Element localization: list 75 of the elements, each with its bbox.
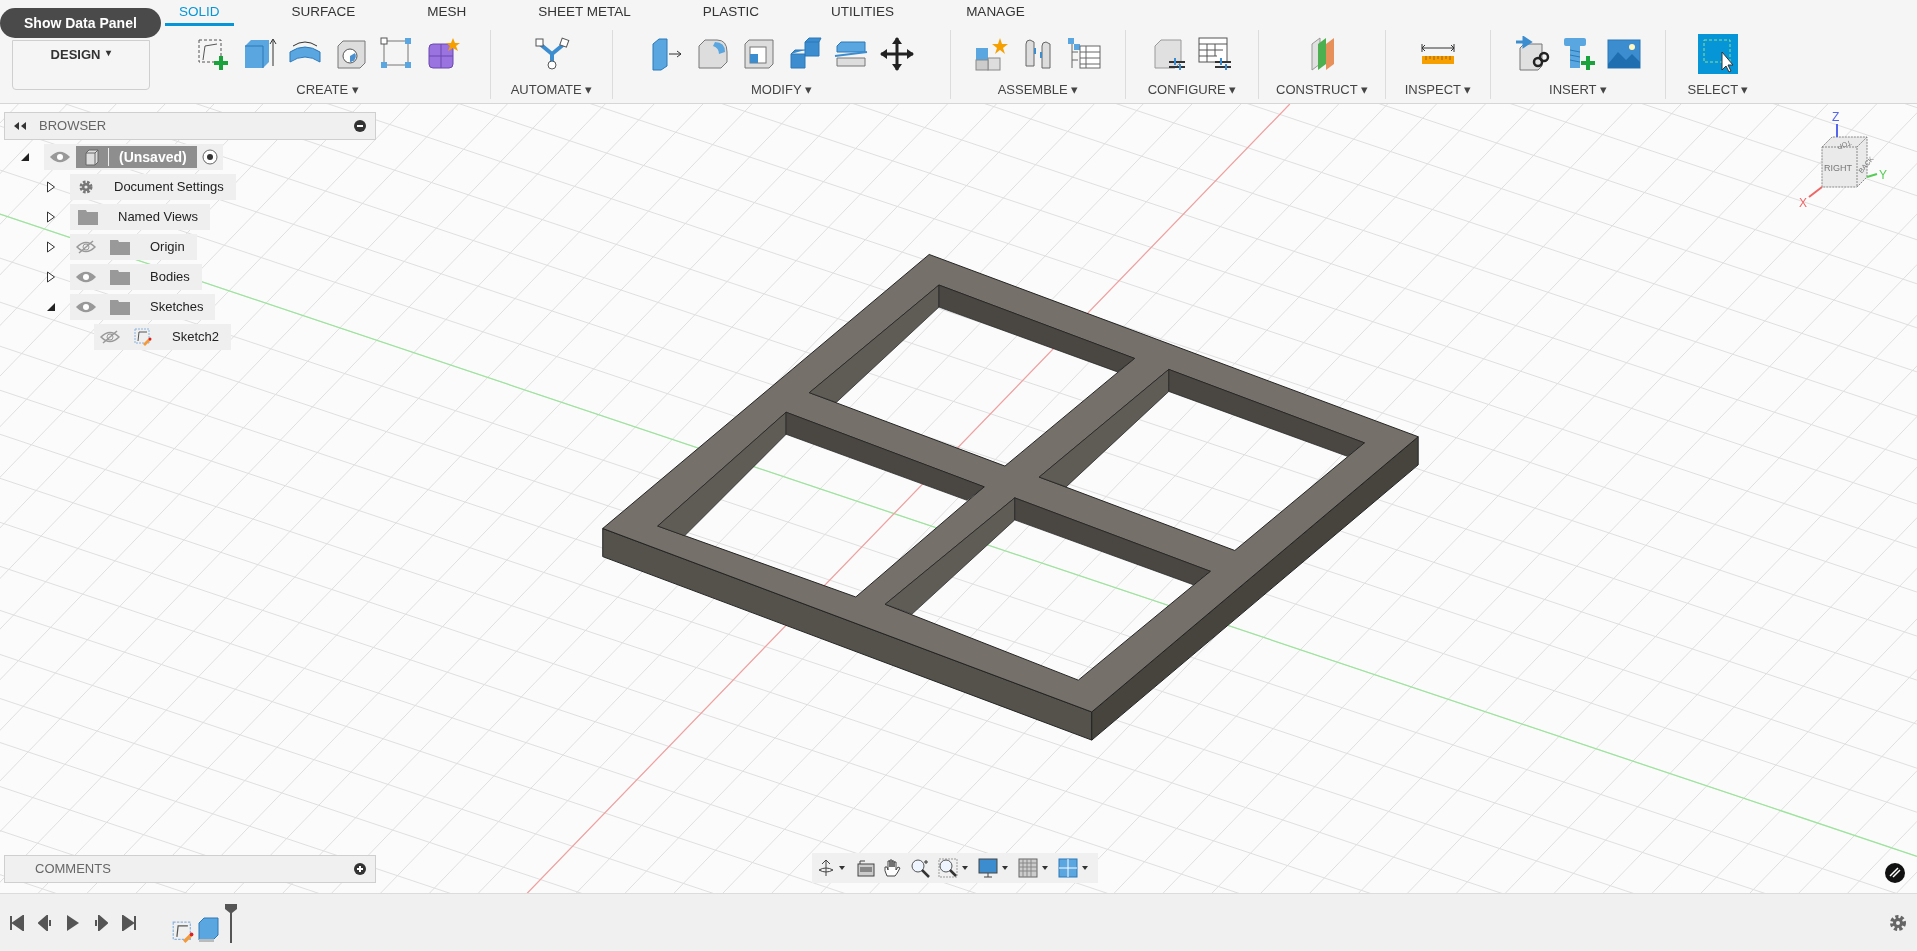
group-menu-button[interactable]: CONFIGURE ▾ (1147, 79, 1237, 99)
gear-icon (78, 179, 94, 195)
tree-item-label: Named Views (117, 208, 199, 227)
sketch-icon (134, 328, 152, 346)
axis-label: Y (1879, 167, 1887, 184)
eye-slash-icon[interactable] (76, 240, 96, 254)
tree-item[interactable]: Sketches (70, 294, 216, 320)
settings-icon[interactable] (1889, 913, 1907, 932)
tree-item[interactable]: Sketch2 (94, 324, 231, 350)
step-forward-icon[interactable] (94, 914, 108, 931)
group-menu-button[interactable]: CREATE ▾ (296, 79, 359, 99)
tab[interactable]: MESH (413, 1, 481, 26)
node-link-icon[interactable] (533, 35, 570, 72)
camera-icon[interactable] (856, 858, 876, 878)
group-menu-button[interactable]: AUTOMATE ▾ (510, 79, 593, 99)
folder-icon (78, 209, 98, 225)
step-back-icon[interactable] (38, 914, 52, 931)
eye-slash-icon[interactable] (100, 330, 120, 344)
tab[interactable]: PLASTIC (688, 1, 774, 26)
extrude-box-icon[interactable] (198, 916, 220, 943)
folder-icon (110, 299, 130, 315)
tree-item-label: Sketch2 (171, 328, 220, 347)
folder-icon (110, 269, 130, 285)
table-sliders-icon[interactable] (1197, 35, 1233, 72)
tree-table-icon[interactable] (1066, 35, 1102, 72)
group-menu-button[interactable]: INSERT ▾ (1549, 79, 1607, 99)
skip-start-icon[interactable] (10, 914, 24, 931)
expanded-triangle-icon[interactable] (20, 151, 30, 163)
group-menu-button[interactable]: SELECT ▾ (1687, 79, 1749, 99)
tab[interactable]: UTILITIES (817, 1, 909, 26)
show-data-panel-button[interactable]: Show Data Panel (0, 8, 161, 38)
tree-item-label: Bodies (149, 268, 191, 287)
group-menu-button[interactable]: INSPECT ▾ (1404, 79, 1472, 99)
folder-icon (110, 239, 130, 255)
box-link-icon[interactable] (1514, 35, 1550, 72)
eye-icon[interactable] (50, 150, 70, 164)
tree-item-label: Document Settings (113, 178, 225, 197)
play-icon[interactable] (66, 913, 80, 932)
logo-icon (1885, 863, 1905, 883)
tree-item[interactable]: Origin (70, 234, 197, 260)
plus-circle-icon[interactable] (353, 862, 367, 876)
collapse-icon[interactable] (13, 121, 27, 131)
tree-item-label: (Unsaved) (118, 147, 188, 167)
group-menu-button[interactable]: ASSEMBLE ▾ (997, 79, 1079, 99)
axis-label: Z (1832, 109, 1840, 126)
cube-face-label: RIGHT (1824, 162, 1852, 175)
eye-icon[interactable] (76, 270, 96, 284)
tree-item[interactable]: Bodies (70, 264, 202, 290)
sketch-icon[interactable] (172, 920, 194, 943)
skip-end-icon[interactable] (122, 914, 136, 931)
tree-item[interactable]: Named Views (70, 204, 210, 230)
collapsed-triangle-icon[interactable] (46, 241, 56, 253)
tree-item-label: Sketches (149, 298, 205, 317)
collapsed-triangle-icon[interactable] (46, 271, 56, 283)
select-cursor-icon[interactable] (1698, 33, 1738, 74)
axis-label: X (1799, 195, 1807, 212)
tree-item-label: Origin (149, 238, 186, 257)
expanded-triangle-icon[interactable] (46, 301, 56, 313)
collapsed-triangle-icon[interactable] (46, 181, 56, 193)
collapsed-triangle-icon[interactable] (46, 211, 56, 223)
workspace-dropdown[interactable]: DESIGN ▾ (12, 40, 150, 90)
tab[interactable]: SURFACE (277, 1, 370, 26)
panel-title: COMMENTS (35, 860, 111, 879)
tree-item[interactable]: Document Settings (70, 174, 236, 200)
minus-circle-icon[interactable] (353, 119, 367, 133)
cube-icon (84, 148, 100, 166)
panel-title: BROWSER (39, 117, 107, 136)
eye-icon[interactable] (76, 300, 96, 314)
tab[interactable]: MANAGE (952, 1, 1039, 26)
group-menu-button[interactable]: MODIFY ▾ (751, 79, 812, 99)
tab[interactable]: SHEET METAL (524, 1, 645, 26)
move-arrows-icon[interactable] (878, 35, 915, 72)
zoom-icon[interactable] (910, 858, 932, 878)
timeline-marker-icon[interactable] (224, 902, 238, 943)
group-menu-button[interactable]: CONSTRUCT ▾ (1276, 79, 1368, 99)
